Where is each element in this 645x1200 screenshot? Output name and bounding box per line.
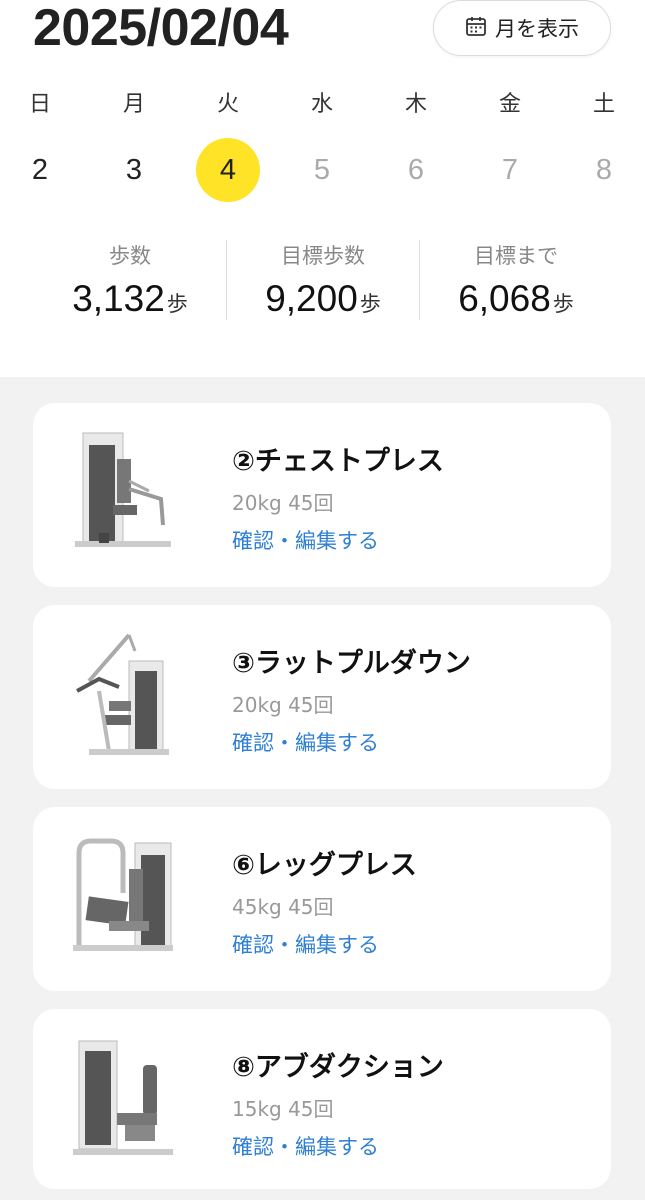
exercise-title: ⑧アブダクション [232, 1052, 444, 1083]
exercise-title: ③ラットプルダウン [232, 648, 471, 679]
page-title: 2025/02/04 [33, 0, 289, 57]
week-strip: 日 月 火 水 木 金 土 2 3 4 5 6 7 8 [0, 82, 645, 202]
header: 2025/02/04 月を表示 [0, 0, 645, 60]
edit-link[interactable]: 確認・編集する [232, 727, 379, 757]
stat-number: 6,068 [458, 278, 551, 319]
day-cell[interactable]: 7 [478, 138, 542, 202]
stat-unit: 歩 [359, 292, 381, 316]
day-cell-selected[interactable]: 4 [196, 138, 260, 202]
edit-link[interactable]: 確認・編集する [232, 1131, 379, 1161]
day-cell[interactable]: 3 [102, 138, 166, 202]
stat-number: 3,132 [72, 278, 165, 319]
stat-steps: 歩数 3,132歩 [33, 238, 227, 320]
exercise-detail: 45kg 45回 [232, 895, 334, 919]
leg-press-machine-image [69, 833, 179, 963]
edit-link[interactable]: 確認・編集する [232, 929, 379, 959]
exercise-detail: 20kg 45回 [232, 491, 334, 515]
exercise-card[interactable]: ②チェストプレス 20kg 45回 確認・編集する [33, 403, 611, 587]
day-cell[interactable]: 8 [572, 138, 636, 202]
stat-unit: 歩 [166, 292, 188, 316]
day-cell[interactable]: 5 [290, 138, 354, 202]
stat-number: 9,200 [265, 278, 358, 319]
stat-label: 目標歩数 [281, 244, 365, 268]
exercise-detail: 15kg 45回 [232, 1097, 334, 1121]
stat-value: 3,132歩 [33, 278, 227, 320]
exercise-title: ⑥レッグプレス [232, 850, 417, 881]
exercise-list: ②チェストプレス 20kg 45回 確認・編集する ③ラットプルダウン 20kg… [0, 377, 645, 1200]
weekday-label: 土 [592, 92, 615, 117]
weekday-label: 火 [216, 92, 239, 117]
abduction-machine-image [69, 1035, 179, 1165]
exercise-detail: 20kg 45回 [232, 693, 334, 717]
step-stats: 歩数 3,132歩 目標歩数 9,200歩 目標まで 6,068歩 [0, 238, 645, 328]
calendar-icon [465, 15, 487, 42]
stat-value: 6,068歩 [419, 278, 613, 320]
exercise-card[interactable]: ⑧アブダクション 15kg 45回 確認・編集する [33, 1009, 611, 1189]
show-month-label: 月を表示 [495, 17, 579, 41]
weekday-row: 日 月 火 水 木 金 土 [0, 82, 645, 122]
day-cell[interactable]: 2 [8, 138, 72, 202]
exercise-card[interactable]: ⑥レッグプレス 45kg 45回 確認・編集する [33, 807, 611, 991]
exercise-card[interactable]: ③ラットプルダウン 20kg 45回 確認・編集する [33, 605, 611, 789]
stat-label: 目標まで [474, 244, 558, 268]
weekday-label: 水 [310, 92, 333, 117]
stat-value: 9,200歩 [226, 278, 420, 320]
exercise-title: ②チェストプレス [232, 446, 444, 477]
weekday-label: 金 [498, 92, 521, 117]
weekday-label: 日 [28, 92, 51, 117]
stat-remaining: 目標まで 6,068歩 [419, 238, 613, 320]
day-row: 2 3 4 5 6 7 8 [0, 138, 645, 218]
chest-press-machine-image [69, 429, 179, 559]
show-month-button[interactable]: 月を表示 [433, 0, 611, 56]
day-cell[interactable]: 6 [384, 138, 448, 202]
stat-unit: 歩 [552, 292, 574, 316]
stat-label: 歩数 [109, 244, 151, 268]
weekday-label: 月 [122, 92, 145, 117]
lat-pulldown-machine-image [69, 631, 179, 761]
edit-link[interactable]: 確認・編集する [232, 525, 379, 555]
weekday-label: 木 [404, 92, 427, 117]
stat-goal-steps: 目標歩数 9,200歩 [226, 238, 420, 320]
